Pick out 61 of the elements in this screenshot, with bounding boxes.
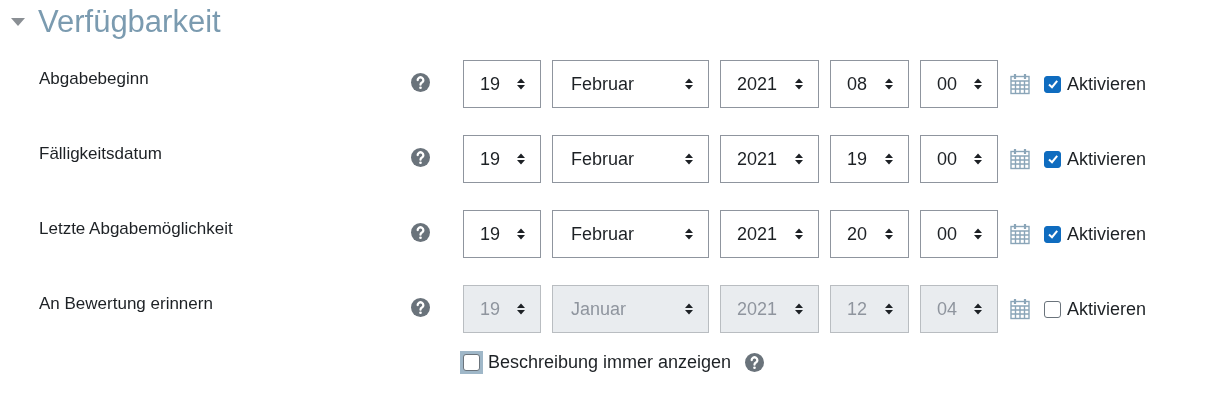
date-select[interactable]: 19: [463, 210, 541, 258]
date-select[interactable]: 19: [830, 135, 909, 183]
checkbox[interactable]: [1044, 150, 1061, 168]
help-icon[interactable]: [411, 298, 430, 317]
help-icon[interactable]: [745, 353, 765, 372]
checkbox[interactable]: [1044, 300, 1061, 318]
checkbox-label[interactable]: Beschreibung immer anzeigen: [488, 349, 732, 376]
checkbox-label[interactable]: Aktivieren: [1067, 70, 1147, 98]
sort-caret-icon: [884, 302, 894, 316]
calendar-icon[interactable]: [1010, 73, 1030, 95]
calendar-icon[interactable]: [1010, 298, 1030, 320]
help-icon[interactable]: [411, 148, 430, 167]
check-icon: [1046, 78, 1059, 90]
date-select[interactable]: 19: [463, 135, 541, 183]
help-icon[interactable]: [411, 223, 430, 242]
date-select[interactable]: Februar: [552, 210, 709, 258]
sort-caret-icon: [794, 302, 804, 316]
checkbox-label[interactable]: Aktivieren: [1067, 145, 1147, 173]
date-select[interactable]: Februar: [552, 60, 709, 108]
checkbox[interactable]: [1044, 225, 1061, 243]
date-select[interactable]: 00: [920, 210, 998, 258]
checkbox-label[interactable]: Aktivieren: [1067, 220, 1147, 248]
sort-caret-icon: [684, 152, 694, 166]
collapse-caret-icon[interactable]: [10, 17, 26, 27]
sort-caret-icon: [884, 227, 894, 241]
sort-caret-icon: [516, 77, 526, 91]
date-select[interactable]: 2021: [720, 135, 819, 183]
date-select[interactable]: 00: [920, 135, 998, 183]
field-label: Letzte Abgabemöglichkeit: [38, 218, 234, 240]
sort-caret-icon: [684, 227, 694, 241]
sort-caret-icon: [794, 152, 804, 166]
sort-caret-icon: [973, 302, 983, 316]
calendar-icon[interactable]: [1010, 148, 1030, 170]
sort-caret-icon: [884, 152, 894, 166]
sort-caret-icon: [973, 227, 983, 241]
calendar-icon[interactable]: [1010, 223, 1030, 245]
date-select[interactable]: 08: [830, 60, 909, 108]
date-select[interactable]: 19: [463, 60, 541, 108]
sort-caret-icon: [884, 77, 894, 91]
checkbox[interactable]: [1044, 75, 1061, 93]
date-select[interactable]: 00: [920, 60, 998, 108]
date-select[interactable]: 20: [830, 210, 909, 258]
date-select[interactable]: 2021: [720, 60, 819, 108]
sort-caret-icon: [973, 77, 983, 91]
sort-caret-icon: [516, 152, 526, 166]
check-icon: [1046, 228, 1059, 240]
sort-caret-icon: [516, 227, 526, 241]
sort-caret-icon: [516, 302, 526, 316]
sort-caret-icon: [973, 152, 983, 166]
field-label: Abgabebeginn: [38, 68, 150, 90]
field-label: An Bewertung erinnern: [38, 293, 214, 315]
sort-caret-icon: [794, 227, 804, 241]
checkbox-label[interactable]: Aktivieren: [1067, 295, 1147, 323]
date-select[interactable]: 2021: [720, 210, 819, 258]
sort-caret-icon: [794, 77, 804, 91]
check-icon: [1046, 153, 1059, 165]
help-icon[interactable]: [411, 73, 430, 92]
sort-caret-icon: [684, 302, 694, 316]
sort-caret-icon: [684, 77, 694, 91]
field-label: Fälligkeitsdatum: [38, 143, 163, 165]
date-select[interactable]: Februar: [552, 135, 709, 183]
